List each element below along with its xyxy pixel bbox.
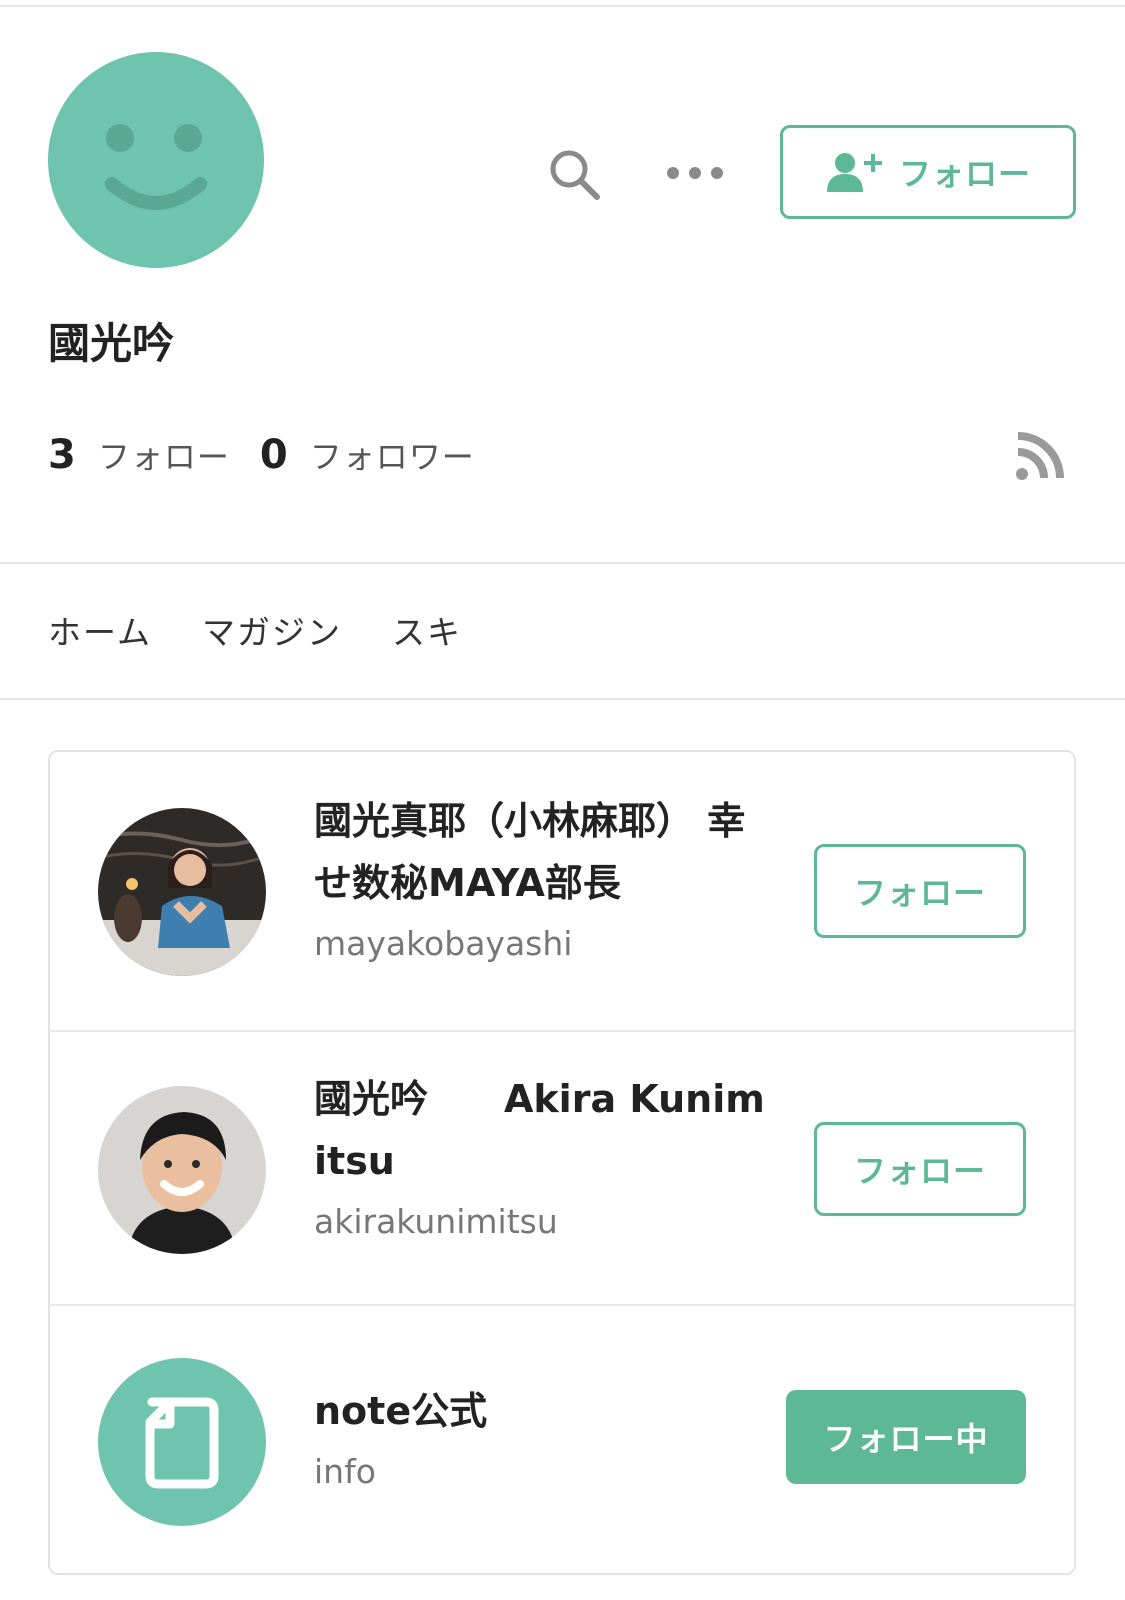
top-border (0, 0, 1125, 7)
following-count[interactable]: 3 (48, 432, 76, 478)
tab-likes[interactable]: スキ (392, 606, 462, 654)
followers-label[interactable]: フォロワー (310, 432, 475, 478)
list-item-name[interactable]: 國光真耶（小林麻耶） 幸せ数秘MAYA部長 (314, 790, 774, 914)
photo-woman-avatar[interactable] (98, 808, 266, 976)
tab-magazine[interactable]: マガジン (202, 606, 342, 654)
list-item[interactable]: 國光真耶（小林麻耶） 幸せ数秘MAYA部長 mayakobayashi フォロー (50, 752, 1074, 1030)
photo-man-avatar[interactable] (98, 1086, 266, 1254)
more-options-button[interactable] (660, 148, 730, 198)
list-item[interactable]: 國光吟 Akira Kunimitsu akirakunimitsu フォロー (50, 1032, 1074, 1304)
rss-button[interactable] (1014, 430, 1066, 482)
profile-name: 國光吟 (48, 319, 175, 368)
list-following-button[interactable]: フォロー中 (786, 1390, 1026, 1484)
note-document-icon (145, 1397, 219, 1489)
list-item-name[interactable]: 國光吟 Akira Kunimitsu (314, 1068, 774, 1192)
following-label[interactable]: フォロー (98, 432, 230, 478)
list-follow-button[interactable]: フォロー (814, 1122, 1026, 1216)
list-item-username: akirakunimitsu (314, 1202, 558, 1241)
list-item-text: 國光真耶（小林麻耶） 幸せ数秘MAYA部長 mayakobayashi (314, 790, 774, 970)
list-item[interactable]: note公式 info フォロー中 (50, 1306, 1074, 1573)
profile-tabs: ホーム マガジン スキ (48, 606, 462, 654)
follow-button-label: フォロー (898, 155, 1031, 193)
search-icon (550, 150, 600, 200)
profile-avatar (48, 52, 264, 268)
list-item-text: note公式 info (314, 1380, 774, 1498)
following-list: 國光真耶（小林麻耶） 幸せ数秘MAYA部長 mayakobayashi フォロー… (48, 750, 1076, 1575)
list-item-username: mayakobayashi (314, 924, 573, 963)
more-options-icon (667, 167, 723, 179)
profile-stats: 3 フォロー 0 フォロワー (48, 432, 505, 478)
follow-button[interactable]: フォロー (780, 125, 1076, 219)
rss-icon (1016, 432, 1064, 480)
divider (0, 698, 1125, 700)
tab-home[interactable]: ホーム (48, 606, 152, 654)
smiley-face-icon (105, 124, 207, 210)
list-follow-button[interactable]: フォロー (814, 844, 1026, 938)
divider (0, 562, 1125, 564)
note-logo-avatar[interactable] (98, 1358, 266, 1526)
add-user-icon (826, 153, 882, 192)
followers-count[interactable]: 0 (260, 432, 288, 478)
list-item-name[interactable]: note公式 (314, 1380, 774, 1442)
list-item-text: 國光吟 Akira Kunimitsu akirakunimitsu (314, 1068, 774, 1248)
search-button[interactable] (540, 140, 610, 210)
list-item-username: info (314, 1452, 376, 1491)
